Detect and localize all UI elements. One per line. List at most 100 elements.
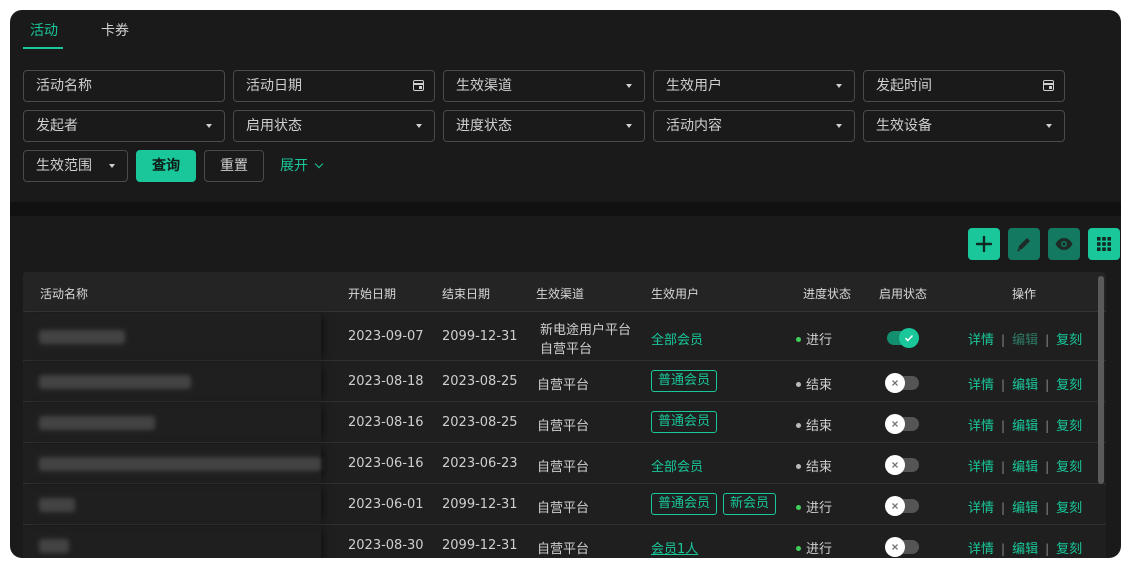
col-enabled: 启用状态 [879,287,928,301]
copy-link[interactable]: 复刻 [1056,501,1082,516]
copy-link[interactable]: 复刻 [1056,542,1082,557]
action-separator: | [1045,542,1050,556]
detail-link[interactable]: 详情 [968,542,994,557]
caret-down-icon [626,84,632,88]
enable-toggle[interactable] [885,414,919,434]
col-actions: 操作 [1012,287,1037,301]
progress-cell: 进行 [796,538,832,557]
end-date-cell: 2023-08-25 [442,374,518,389]
end-date-cell: 2023-08-25 [442,415,518,430]
start-date-cell: 2023-06-01 [348,497,424,512]
table-row: 2023-08-18 2023-08-25 自营平台 普通会员 结束 详情 | 编辑… [23,362,1106,402]
activity-name-placeholder: 活动名称 [36,78,92,94]
users-link[interactable]: 会员1人 [651,538,698,557]
col-progress: 进度状态 [803,287,852,301]
caret-down-icon [836,84,842,88]
detail-link[interactable]: 详情 [968,333,994,348]
users-link[interactable]: 全部会员 [651,329,703,348]
edit-link[interactable]: 编辑 [1012,460,1038,475]
enable-toggle[interactable] [885,496,919,516]
users-link[interactable]: 全部会员 [651,456,703,475]
copy-link[interactable]: 复刻 [1056,333,1082,348]
enable-toggle[interactable] [885,373,919,393]
add-button[interactable] [968,228,1000,260]
query-button[interactable]: 查询 [136,150,196,182]
expand-filters-link[interactable]: 展开 [280,150,324,182]
initiator-select[interactable]: 发起者 [23,110,225,142]
row-actions: 详情 | 编辑 | 复刻 [968,329,1082,348]
table-header: 活动名称 开始日期 结束日期 生效渠道 生效用户 进度状态 启用状态 操作 [23,272,1106,312]
caret-down-icon [626,124,632,128]
plus-icon [975,235,993,253]
detail-link[interactable]: 详情 [968,419,994,434]
start-time-picker[interactable]: 发起时间 [863,70,1065,102]
member-tag: 普通会员 [651,411,718,433]
row-actions: 详情 | 编辑 | 复刻 [968,456,1082,475]
users-cell: 普通会员 [651,370,723,392]
enable-toggle[interactable] [885,537,919,557]
progress-label: 进行 [806,333,833,348]
activity-name-input[interactable]: 活动名称 [23,70,225,102]
action-separator: | [1045,419,1050,433]
enable-toggle[interactable] [885,455,919,475]
close-icon [892,380,898,386]
chevron-down-icon [314,159,324,169]
scope-select[interactable]: 生效范围 [23,150,128,182]
table-scrollbar[interactable] [1098,276,1104,484]
progress-cell: 结束 [796,415,832,434]
channel-cell: 自营平台 [537,378,590,393]
action-separator: | [1045,460,1050,474]
view-toolbar-button[interactable] [1048,228,1080,260]
copy-link[interactable]: 复刻 [1056,460,1082,475]
col-users: 生效用户 [651,287,700,301]
progress-cell: 结束 [796,374,832,393]
status-dot-icon [796,423,801,428]
action-separator: | [1045,378,1050,392]
active-tab-indicator [23,47,63,49]
edit-toolbar-button[interactable] [1008,228,1040,260]
action-separator: | [1001,419,1006,433]
action-separator: | [1001,378,1006,392]
detail-link[interactable]: 详情 [968,501,994,516]
table-row: 2023-06-16 2023-06-23 自营平台 全部会员 结束 详情 | 编辑… [23,444,1106,484]
toggle-knob [885,537,905,557]
progress-label: 结束 [806,419,833,434]
tab-activity[interactable]: 活动 [30,20,58,40]
channel-select[interactable]: 生效渠道 [443,70,645,102]
detail-link[interactable]: 详情 [968,460,994,475]
device-placeholder: 生效设备 [876,118,932,134]
row-actions: 详情 | 编辑 | 复刻 [968,415,1082,434]
close-icon [892,421,898,427]
edit-link[interactable]: 编辑 [1012,419,1038,434]
table-row: 2023-09-07 2099-12-31 新电途用户平台 自营平台 全部会员 … [23,313,1106,361]
users-select[interactable]: 生效用户 [653,70,855,102]
end-date-cell: 2023-06-23 [442,456,518,471]
activity-date-picker[interactable]: 活动日期 [233,70,435,102]
progress-status-select[interactable]: 进度状态 [443,110,645,142]
action-separator: | [1001,542,1006,556]
reset-button[interactable]: 重置 [204,150,264,182]
status-dot-icon [796,337,801,342]
caret-down-icon [1046,124,1052,128]
channel-cell: 自营平台 [537,542,590,557]
progress-label: 进行 [806,501,833,516]
copy-link[interactable]: 复刻 [1056,419,1082,434]
progress-label: 结束 [806,378,833,393]
toggle-knob [899,328,919,348]
copy-link[interactable]: 复刻 [1056,378,1082,393]
app-window: 活动 卡券 活动名称 活动日期 生效渠道 生效用户 发起时间 发起者 启用状态 … [10,10,1121,558]
tab-coupon[interactable]: 卡券 [101,20,129,40]
grid-toolbar-button[interactable] [1088,228,1120,260]
enable-status-select[interactable]: 启用状态 [233,110,435,142]
enable-toggle[interactable] [887,328,919,348]
detail-link[interactable]: 详情 [968,378,994,393]
content-select[interactable]: 活动内容 [653,110,855,142]
progress-cell: 进行 [796,497,832,516]
edit-link[interactable]: 编辑 [1012,378,1038,393]
edit-link[interactable]: 编辑 [1012,542,1038,557]
device-select[interactable]: 生效设备 [863,110,1065,142]
toggle-knob [885,455,905,475]
edit-link[interactable]: 编辑 [1012,501,1038,516]
channel-cell: 自营平台 [537,419,590,434]
start-date-cell: 2023-08-30 [348,538,424,553]
